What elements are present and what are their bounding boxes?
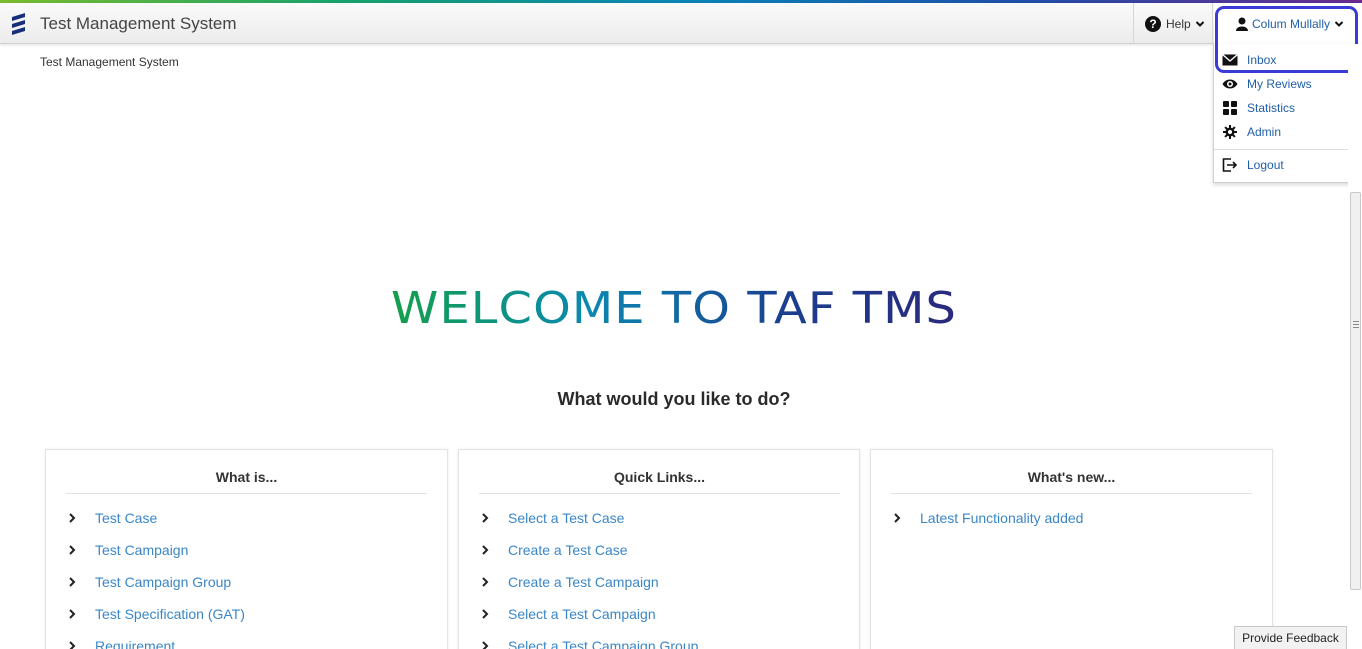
link-create-test-case[interactable]: Create a Test Case: [481, 540, 628, 560]
menu-divider: [1214, 149, 1362, 150]
menu-item-label: Inbox: [1247, 53, 1277, 67]
user-name: Colum Mullally: [1252, 16, 1331, 31]
link-label: Create a Test Case: [508, 542, 628, 558]
card-what-is: What is... Test Case Test Campaign Test …: [45, 449, 448, 649]
chevron-right-icon: [482, 609, 489, 619]
link-test-campaign-group[interactable]: Test Campaign Group: [68, 572, 231, 592]
app-title[interactable]: Test Management System: [40, 14, 237, 34]
link-label: Select a Test Campaign: [508, 606, 656, 622]
link-requirement[interactable]: Requirement: [68, 636, 175, 649]
card-quick-links: Quick Links... Select a Test Case Create…: [458, 449, 860, 649]
help-label: Help: [1166, 16, 1191, 31]
welcome-title: WELCOME TO TAF TMS: [391, 283, 957, 334]
menu-item-label: Admin: [1247, 125, 1282, 139]
card-title: What is...: [66, 469, 427, 494]
menu-item-label: Statistics: [1247, 101, 1296, 115]
welcome-banner: WELCOME TO TAF TMS: [0, 280, 1348, 336]
link-label: Test Campaign Group: [95, 574, 232, 590]
card-whats-new: What's new... Latest Functionality added: [870, 449, 1273, 649]
link-label: Test Specification (GAT): [95, 606, 245, 622]
menu-item-label: My Reviews: [1247, 77, 1312, 91]
help-icon: ?: [1145, 15, 1161, 32]
chevron-right-icon: [69, 641, 76, 649]
link-label: Select a Test Case: [508, 510, 625, 526]
scrollbar-thumb[interactable]: [1350, 192, 1361, 590]
chevron-right-icon: [69, 577, 76, 587]
link-select-test-campaign-group[interactable]: Select a Test Campaign Group: [481, 636, 698, 649]
scrollbar-grip: [1353, 321, 1359, 322]
menu-item-inbox[interactable]: Inbox: [1214, 49, 1362, 71]
chevron-down-icon: [1334, 20, 1344, 27]
ericsson-logo-icon[interactable]: [10, 13, 28, 35]
link-latest-functionality[interactable]: Latest Functionality added: [893, 508, 1083, 528]
menu-item-logout[interactable]: Logout: [1214, 154, 1362, 176]
chevron-down-icon: [1195, 20, 1204, 27]
chevron-right-icon: [69, 609, 76, 619]
link-test-specification[interactable]: Test Specification (GAT): [68, 604, 245, 624]
link-label: Latest Functionality added: [920, 510, 1084, 526]
scrollbar-grip: [1353, 324, 1359, 325]
envelope-icon: [1222, 52, 1238, 68]
user-dropdown-menu: Inbox My Reviews Statistics Admin Logout: [1213, 44, 1362, 183]
card-title: What's new...: [891, 469, 1252, 494]
chevron-right-icon: [894, 513, 901, 523]
link-label: Select a Test Campaign Group: [508, 638, 699, 649]
prompt-heading: What would you like to do?: [557, 389, 791, 409]
logout-icon: [1222, 157, 1238, 173]
link-select-test-campaign[interactable]: Select a Test Campaign: [481, 604, 656, 624]
menu-item-my-reviews[interactable]: My Reviews: [1214, 73, 1362, 95]
link-select-test-case[interactable]: Select a Test Case: [481, 508, 624, 528]
link-test-campaign[interactable]: Test Campaign: [68, 540, 188, 560]
card-title: Quick Links...: [479, 469, 840, 494]
link-create-test-campaign[interactable]: Create a Test Campaign: [481, 572, 659, 592]
link-label: Test Campaign: [95, 542, 189, 558]
chevron-right-icon: [482, 577, 489, 587]
link-label: Create a Test Campaign: [508, 574, 659, 590]
grid-icon: [1222, 100, 1238, 116]
scrollbar-grip: [1353, 327, 1359, 328]
chevron-right-icon: [482, 545, 489, 555]
help-menu-button[interactable]: ? Help: [1133, 3, 1213, 44]
chevron-right-icon: [482, 641, 489, 649]
menu-item-label: Logout: [1247, 158, 1284, 172]
user-menu-button[interactable]: Colum Mullally: [1214, 3, 1362, 44]
chevron-right-icon: [69, 513, 76, 523]
chevron-right-icon: [69, 545, 76, 555]
link-label: Test Case: [95, 510, 158, 526]
top-navbar: Test Management System ? Help Colum Mull…: [0, 3, 1362, 44]
gear-icon: [1222, 124, 1238, 140]
chevron-right-icon: [482, 513, 489, 523]
provide-feedback-button[interactable]: Provide Feedback: [1234, 626, 1347, 649]
user-icon: [1236, 17, 1248, 31]
link-test-case[interactable]: Test Case: [68, 508, 157, 528]
link-label: Requirement: [95, 638, 176, 649]
menu-item-statistics[interactable]: Statistics: [1214, 97, 1362, 119]
breadcrumb: Test Management System: [40, 55, 179, 69]
menu-item-admin[interactable]: Admin: [1214, 121, 1362, 143]
eye-icon: [1222, 76, 1238, 92]
